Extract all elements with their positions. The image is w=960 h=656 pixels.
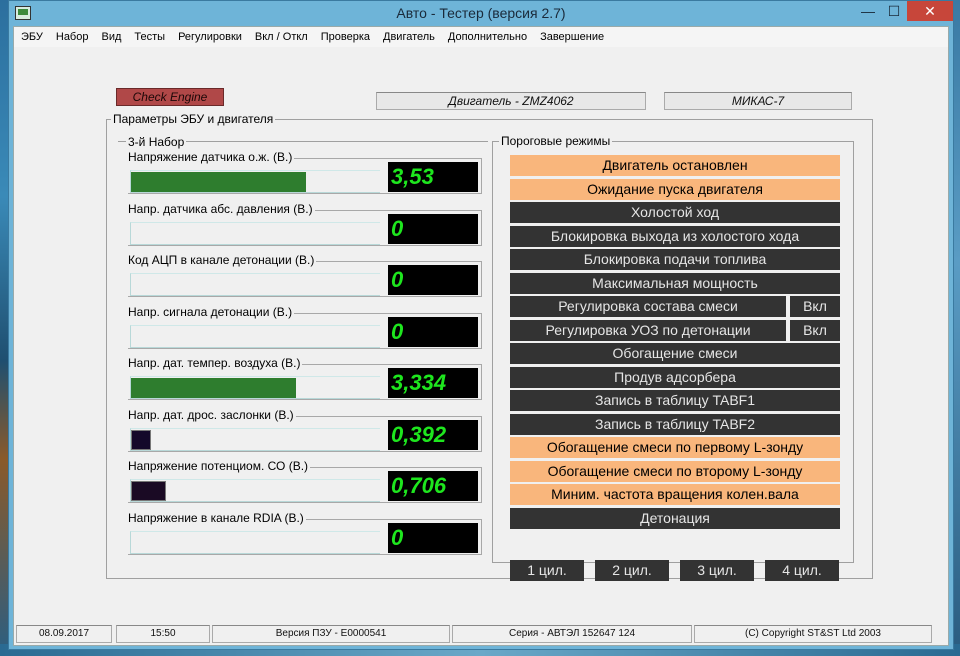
check-engine-indicator: Check Engine <box>116 88 224 106</box>
sensor-level-bar <box>130 273 380 296</box>
sensor-level-fill <box>131 378 296 398</box>
menu-exit[interactable]: Завершение <box>540 31 604 43</box>
threshold-mode-indicator: Ожидание пуска двигателя <box>510 179 840 200</box>
threshold-mode-indicator: Обогащение смеси <box>510 343 840 364</box>
params-group-label: Параметры ЭБУ и двигателя <box>111 112 276 126</box>
menu-bar: ЭБУ Набор Вид Тесты Регулировки Вкл / От… <box>14 27 948 47</box>
sensor-level-bar <box>130 531 380 554</box>
sensor-value-display: 3,334 <box>388 368 478 398</box>
status-time: 15:50 <box>116 625 210 643</box>
sensor-row: Напряжение в канале RDIA (В.) 0 <box>126 511 482 555</box>
threshold-mode-indicator: Двигатель остановлен <box>510 155 840 176</box>
sensor-level-bar <box>130 376 380 399</box>
status-series: Серия - АВТЭЛ 152647 124 <box>452 625 692 643</box>
threshold-mode-indicator: Максимальная мощность <box>510 273 840 294</box>
sensor-level-bar <box>130 222 380 245</box>
minimize-button[interactable]: — <box>855 1 881 21</box>
sensor-value-display: 3,53 <box>388 162 478 192</box>
sensor-value-display: 0,706 <box>388 471 478 501</box>
menu-set[interactable]: Набор <box>56 31 89 43</box>
sensor-level-bar <box>130 170 380 193</box>
sensor-label: Напряжение датчика о.ж. (В.) <box>126 150 295 164</box>
cylinder-1-button[interactable]: 1 цил. <box>510 560 584 581</box>
window-title: Авто - Тестер (версия 2.7) <box>396 5 566 21</box>
sensor-label: Напр. датчика абс. давления (В.) <box>126 202 315 216</box>
app-window: Авто - Тестер (версия 2.7) — ☐ ✕ ЭБУ Наб… <box>8 0 954 650</box>
menu-on-off[interactable]: Вкл / Откл <box>255 31 308 43</box>
sensor-label: Напр. дат. дрос. заслонки (В.) <box>126 408 296 422</box>
cylinder-2-button[interactable]: 2 цил. <box>595 560 669 581</box>
threshold-mode-indicator: Запись в таблицу TABF2 <box>510 414 840 435</box>
status-date: 08.09.2017 <box>16 625 112 643</box>
sensor-value-display: 0,392 <box>388 420 478 450</box>
status-rom-version: Версия ПЗУ - E0000541 <box>212 625 450 643</box>
modes-group-label: Пороговые режимы <box>499 134 613 148</box>
threshold-mode-indicator: Блокировка подачи топлива <box>510 249 840 270</box>
sensor-value-display: 0 <box>388 214 478 244</box>
threshold-mode-indicator: Продув адсорбера <box>510 367 840 388</box>
sensor-row: Напр. сигнала детонации (В.) 0 <box>126 305 482 349</box>
menu-tests[interactable]: Тесты <box>134 31 165 43</box>
set-group-label: 3-й Набор <box>126 135 187 149</box>
menu-view[interactable]: Вид <box>101 31 121 43</box>
sensor-label: Напряжение потенциом. СО (В.) <box>126 459 311 473</box>
cylinder-3-button[interactable]: 3 цил. <box>680 560 754 581</box>
sensor-row: Напряжение потенциом. СО (В.) 0,706 <box>126 459 482 503</box>
menu-ecu[interactable]: ЭБУ <box>21 31 43 43</box>
threshold-mode-indicator: Холостой ход <box>510 202 840 223</box>
sensor-label: Напряжение в канале RDIA (В.) <box>126 511 306 525</box>
menu-adjustments[interactable]: Регулировки <box>178 31 242 43</box>
threshold-mode-indicator: Детонация <box>510 508 840 529</box>
sensor-row: Напр. дат. дрос. заслонки (В.) 0,392 <box>126 408 482 452</box>
client-area: ЭБУ Набор Вид Тесты Регулировки Вкл / От… <box>13 26 949 646</box>
mode-toggle-button[interactable]: Вкл <box>790 296 840 317</box>
sensor-row: Напр. датчика абс. давления (В.) 0 <box>126 202 482 246</box>
sensor-level-fill <box>131 430 151 450</box>
threshold-mode-indicator: Обогащение смеси по первому L-зонду <box>510 437 840 458</box>
threshold-mode-indicator: Регулировка УОЗ по детонации <box>510 320 786 341</box>
sensor-value-display: 0 <box>388 317 478 347</box>
sensor-row: Напряжение датчика о.ж. (В.) 3,53 <box>126 150 482 194</box>
threshold-mode-indicator: Обогащение смеси по второму L-зонду <box>510 461 840 482</box>
threshold-mode-indicator: Регулировка состава смеси <box>510 296 786 317</box>
title-bar[interactable]: Авто - Тестер (версия 2.7) — ☐ ✕ <box>9 1 953 26</box>
status-copyright: (C) Copyright ST&ST Ltd 2003 <box>694 625 932 643</box>
status-bar: 08.09.2017 15:50 Версия ПЗУ - E0000541 С… <box>14 625 948 645</box>
engine-model-label: Двигатель - ZMZ4062 <box>376 92 646 110</box>
sensor-label: Напр. дат. темпер. воздуха (В.) <box>126 356 303 370</box>
threshold-mode-indicator: Запись в таблицу TABF1 <box>510 390 840 411</box>
sensor-row: Код АЦП в канале детонации (В.) 0 <box>126 253 482 297</box>
ecu-model-label: МИКАС-7 <box>664 92 852 110</box>
threshold-mode-indicator: Миним. частота вращения колен.вала <box>510 484 840 505</box>
cylinder-4-button[interactable]: 4 цил. <box>765 560 839 581</box>
maximize-button[interactable]: ☐ <box>881 1 907 21</box>
menu-additional[interactable]: Дополнительно <box>448 31 527 43</box>
sensor-level-bar <box>130 325 380 348</box>
mode-toggle-button[interactable]: Вкл <box>790 320 840 341</box>
close-button[interactable]: ✕ <box>907 1 953 21</box>
sensor-value-display: 0 <box>388 265 478 295</box>
sensor-level-fill <box>131 481 166 501</box>
sensor-value-display: 0 <box>388 523 478 553</box>
sensor-label: Код АЦП в канале детонации (В.) <box>126 253 317 267</box>
menu-engine[interactable]: Двигатель <box>383 31 435 43</box>
threshold-mode-indicator: Блокировка выхода из холостого хода <box>510 226 840 247</box>
sensor-level-bar <box>130 428 380 451</box>
sensor-level-fill <box>131 172 306 192</box>
sensor-label: Напр. сигнала детонации (В.) <box>126 305 295 319</box>
sensor-level-bar <box>130 479 380 502</box>
sensor-row: Напр. дат. темпер. воздуха (В.) 3,334 <box>126 356 482 400</box>
menu-check[interactable]: Проверка <box>321 31 370 43</box>
